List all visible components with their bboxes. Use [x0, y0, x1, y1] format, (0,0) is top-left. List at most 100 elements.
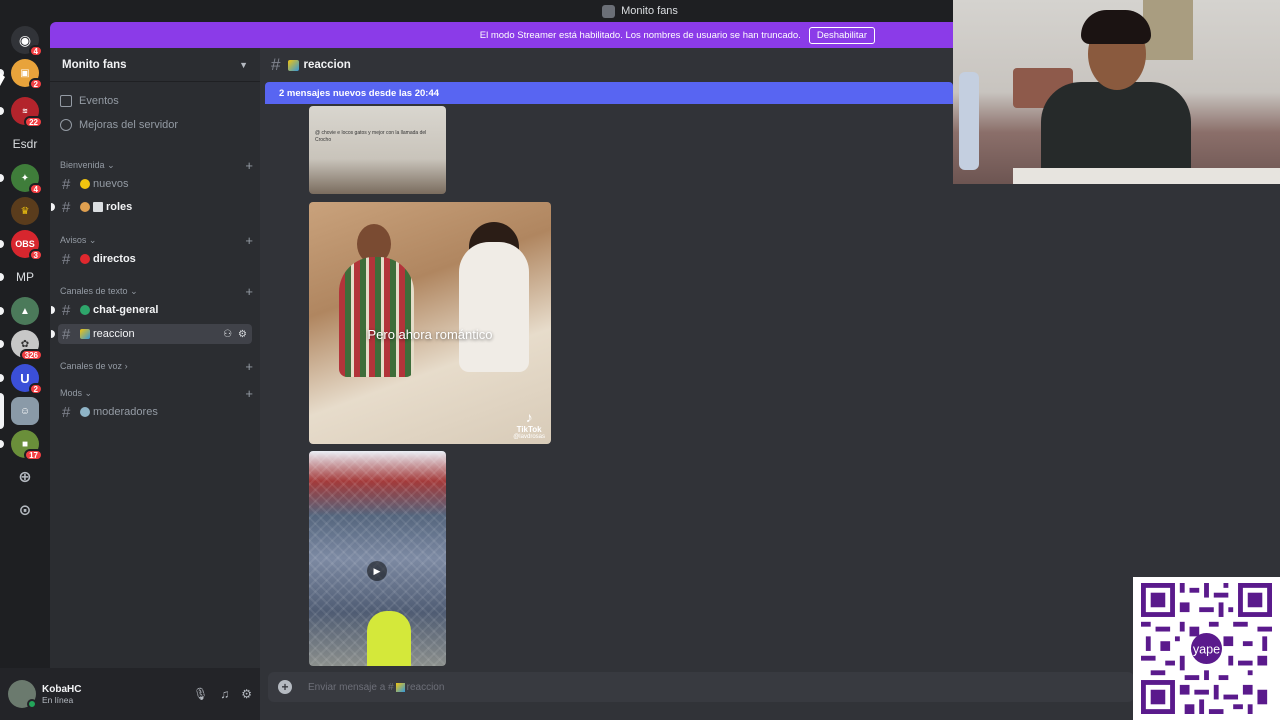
server-label: OBS	[15, 239, 35, 249]
reaction-emoji-icon	[288, 59, 300, 71]
avatar-icon: ☺	[19, 405, 31, 417]
category-label: Avisos	[60, 234, 87, 245]
unread-indicator	[0, 273, 4, 281]
channel-label: roles	[106, 201, 133, 213]
channel-title: reaccion	[303, 59, 351, 71]
server-crown[interactable]: ♛	[11, 197, 39, 225]
channel-directos[interactable]: # directos	[58, 249, 252, 269]
channel-nuevos[interactable]: # nuevos	[58, 174, 252, 194]
discord-icon: ◉	[18, 31, 32, 48]
face-emoji-icon	[80, 202, 90, 212]
server-label: Esdr	[12, 137, 38, 151]
headphones-icon[interactable]: ♫	[220, 687, 229, 701]
channel-label: chat-general	[93, 304, 159, 316]
user-info[interactable]: KobaHC En línea	[42, 684, 81, 705]
boost-icon	[60, 119, 72, 131]
thumbnail-figure	[459, 242, 529, 372]
add-channel-icon[interactable]: +	[245, 386, 253, 401]
mention-badge: 3	[28, 249, 43, 261]
guild-header[interactable]: Monito fans ▼	[50, 48, 260, 82]
category-label: Canales de texto	[60, 285, 128, 296]
category-avisos[interactable]: Avisos ⌄ +	[60, 233, 253, 248]
video-attachment[interactable]: Pero ahora romántico ♪ TikTok @lavdrosas	[309, 202, 551, 444]
webcam-background	[1013, 168, 1280, 184]
disable-streamer-mode-button[interactable]: Deshabilitar	[808, 26, 875, 44]
server-landscape[interactable]: ▲	[0, 297, 39, 325]
video-attachment[interactable]: ▶	[309, 451, 446, 666]
category-bienvenida[interactable]: Bienvenida ⌄ +	[60, 158, 253, 173]
server-minecraft[interactable]: ■ 17	[0, 430, 43, 461]
unread-indicator	[0, 340, 4, 348]
server-monito-fans-selected[interactable]: ☺	[0, 393, 39, 429]
channel-roles[interactable]: # roles	[51, 197, 252, 217]
category-canales-de-voz[interactable]: Canales de voz › +	[60, 359, 253, 374]
unread-indicator	[0, 107, 4, 115]
category-label: Bienvenida	[60, 159, 105, 170]
streamer-mode-message: El modo Streamer está habilitado. Los no…	[479, 29, 801, 41]
streamer-mode-banner: El modo Streamer está habilitado. Los no…	[50, 22, 953, 48]
server-icon	[602, 4, 616, 18]
tiktok-user: @lavdrosas	[513, 434, 545, 440]
add-attachment-icon[interactable]: +	[278, 680, 292, 694]
hash-icon: #	[62, 301, 71, 319]
chevron-down-icon: ⌄	[84, 387, 93, 398]
gear-icon[interactable]: ⚙	[238, 329, 247, 340]
chevron-right-icon: ›	[124, 361, 128, 371]
invite-icon[interactable]: ⚇	[223, 329, 232, 340]
creature-icon: ✿	[20, 338, 30, 350]
add-channel-icon[interactable]: +	[245, 158, 253, 173]
server-u[interactable]: U 2	[0, 364, 43, 395]
window-title: Monito fans	[621, 5, 678, 17]
mention-badge: 4	[28, 45, 43, 57]
composer-placeholder-channel: reaccion	[406, 681, 445, 693]
category-mods[interactable]: Mods ⌄ +	[60, 386, 253, 401]
server-mp[interactable]: MP	[0, 263, 39, 291]
red-circle-emoji-icon	[80, 254, 90, 264]
server-boost-item[interactable]: Mejoras del servidor	[60, 115, 252, 135]
yape-qr-code: yape	[1133, 577, 1280, 720]
server-game[interactable]: ✦ 4	[0, 164, 43, 195]
channel-sidebar: Monito fans ▼ Eventos Mejoras del servid…	[50, 48, 260, 720]
game-icon: ✦	[20, 172, 30, 184]
chevron-down-icon: ⌄	[88, 234, 97, 245]
category-canales-de-texto[interactable]: Canales de texto ⌄ +	[60, 284, 253, 299]
discord-app: Monito fans ◉ 4 ▣ 2 ≋ 22 Esdr ✦ 4 ♛ OBS …	[0, 0, 1280, 720]
crown-icon: ♛	[20, 205, 30, 217]
webcam-overlay	[953, 0, 1280, 184]
events-item[interactable]: Eventos	[60, 91, 252, 111]
online-status-icon	[27, 699, 37, 709]
video-attachment[interactable]: @ chovie e locos gatos y mejor con la ll…	[309, 106, 446, 194]
channel-reaccion[interactable]: # reaccion ⚇ ⚙	[51, 324, 252, 344]
gear-icon[interactable]: ⚙	[241, 687, 252, 701]
unread-indicator	[0, 440, 4, 448]
message-input[interactable]: + Enviar mensaje a # reaccion	[268, 672, 1134, 702]
server-creature[interactable]: ✿ 326	[0, 330, 43, 361]
avatar[interactable]	[8, 680, 37, 709]
add-channel-icon[interactable]: +	[245, 233, 253, 248]
webcam-background	[959, 72, 979, 170]
mention-badge: 326	[19, 349, 43, 361]
hash-icon: #	[62, 325, 71, 343]
home-button[interactable]: ◉ 4	[11, 26, 43, 57]
channel-chat-general[interactable]: # chat-general	[51, 300, 252, 320]
channel-moderadores[interactable]: # moderadores	[58, 402, 252, 422]
hash-icon: #	[62, 250, 71, 268]
add-channel-icon[interactable]: +	[245, 359, 253, 374]
channel-label: nuevos	[93, 178, 129, 190]
new-messages-bar[interactable]: 2 mensajes nuevos desde las 20:44	[265, 82, 953, 104]
server-orange[interactable]: ▣ 2	[0, 59, 43, 90]
play-icon[interactable]: ▶	[367, 561, 387, 581]
logo-icon: ≋	[22, 108, 28, 115]
selected-indicator	[0, 393, 4, 429]
game-controller-icon: ▣	[20, 67, 30, 79]
microphone-icon[interactable]: 🎙︎	[193, 687, 208, 701]
server-red-logo[interactable]: ≋ 22	[0, 97, 43, 128]
explore-servers-button[interactable]: ⊙	[11, 496, 39, 524]
server-obs[interactable]: OBS 3	[0, 230, 43, 261]
server-esdr[interactable]: Esdr	[11, 130, 39, 158]
add-channel-icon[interactable]: +	[245, 284, 253, 299]
composer-placeholder-prefix: Enviar mensaje a #	[308, 681, 394, 693]
laptop-emoji-icon	[93, 202, 103, 212]
add-server-button[interactable]: ⊕	[11, 463, 39, 491]
hash-icon: #	[271, 55, 281, 74]
